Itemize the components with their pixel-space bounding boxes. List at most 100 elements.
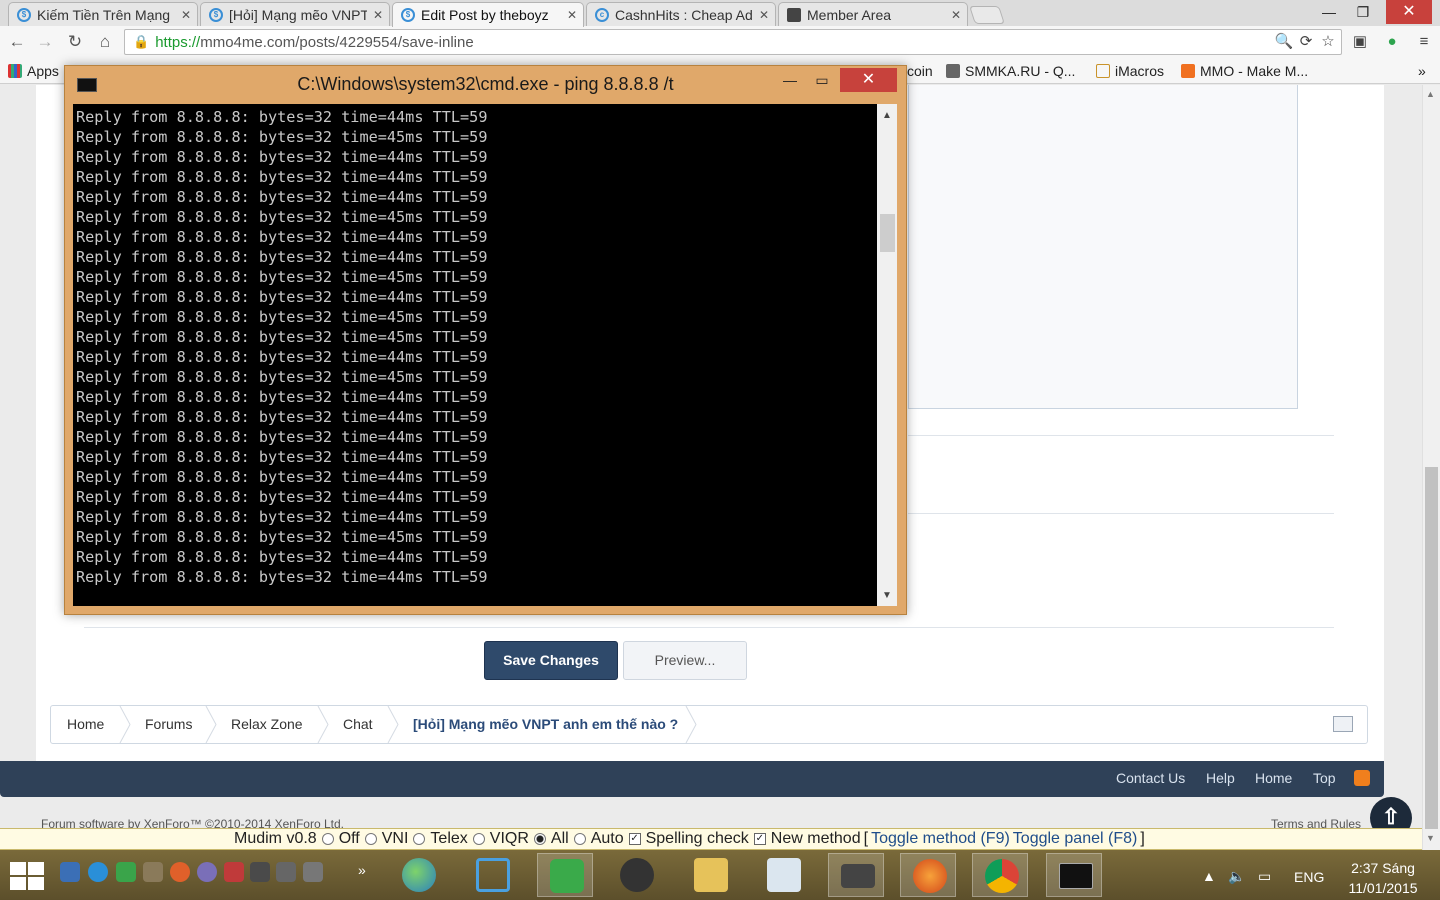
new-method-checkbox[interactable]: ✓ — [753, 833, 766, 845]
cmd-scroll-down-icon[interactable]: ▼ — [882, 590, 892, 601]
tray-expand-icon[interactable]: ▲ — [1202, 868, 1216, 884]
tab-cashnhits[interactable]: c CashnHits : Cheap Ad ✕ — [586, 2, 776, 26]
taskbar-cmd-app[interactable] — [1046, 853, 1102, 897]
network-icon[interactable]: ▭ — [1258, 868, 1271, 885]
bookmark-mmo[interactable]: MMO - Make M... — [1181, 62, 1308, 80]
console-line: Reply from 8.8.8.8: bytes=32 time=44ms T… — [76, 408, 488, 426]
bookmark-smmka[interactable]: SMMKA.RU - Q... — [946, 62, 1075, 80]
breadcrumb-chat[interactable]: Chat — [327, 706, 389, 743]
page-footer: Contact Us Help Home Top — [0, 761, 1384, 797]
footer-contact-us[interactable]: Contact Us — [1116, 770, 1185, 786]
tab-close-icon[interactable]: ✕ — [951, 8, 961, 22]
new-tab-button[interactable] — [969, 6, 1005, 24]
extension-sync-icon[interactable]: ⟳ — [1296, 32, 1316, 52]
tab-close-icon[interactable]: ✕ — [567, 8, 577, 22]
globe-app-icon[interactable] — [197, 862, 217, 882]
scroll-up-icon[interactable]: ▲ — [1426, 89, 1435, 99]
editor-area[interactable] — [908, 85, 1298, 409]
breadcrumb-home[interactable]: Home — [51, 706, 120, 743]
bookmarks-overflow-icon[interactable]: » — [1418, 62, 1426, 80]
minimize-icon[interactable]: — — [1312, 0, 1346, 24]
rss-icon[interactable] — [1354, 770, 1370, 786]
shield-app-icon[interactable] — [116, 862, 136, 882]
home-icon[interactable]: ⌂ — [94, 31, 116, 53]
burst-icon[interactable] — [170, 862, 190, 882]
volume-icon[interactable]: 🔈 — [1228, 868, 1245, 885]
tab-close-icon[interactable]: ✕ — [373, 8, 383, 22]
mudim-radio-off[interactable] — [321, 833, 334, 845]
mudim-radio-viqr[interactable] — [472, 833, 485, 845]
bookmark-coin[interactable]: coin — [907, 62, 933, 80]
mudim-radio-all[interactable] — [533, 833, 546, 845]
taskbar-chrome-app[interactable] — [972, 853, 1028, 897]
mudim-radio-vni[interactable] — [364, 833, 377, 845]
save-changes-button[interactable]: Save Changes — [484, 641, 618, 680]
taskbar-x-app[interactable] — [464, 853, 520, 897]
windows-start-icon[interactable] — [10, 862, 46, 892]
mudim-radio-auto[interactable] — [573, 833, 586, 845]
cmd-scrollbar-thumb[interactable] — [880, 214, 895, 252]
scrollbar-thumb[interactable] — [1425, 467, 1438, 829]
forward-icon[interactable]: → — [34, 31, 56, 53]
scroll-down-icon[interactable]: ▼ — [1426, 833, 1435, 843]
language-indicator[interactable]: ENG — [1294, 869, 1324, 885]
cmd-scrollbar[interactable]: ▲ ▼ — [877, 104, 897, 606]
grammarly-icon[interactable]: ● — [1382, 32, 1402, 52]
cmd-close-icon[interactable]: ✕ — [840, 68, 897, 92]
back-icon[interactable]: ← — [6, 31, 28, 53]
extension-icon[interactable]: ▣ — [1350, 32, 1370, 52]
cmd-title-bar[interactable]: C:\Windows\system32\cmd.exe - ping 8.8.8… — [65, 66, 906, 104]
bookmark-star-icon[interactable]: ☆ — [1318, 32, 1338, 52]
page-scrollbar[interactable]: ▲ ▼ — [1422, 85, 1440, 850]
toggle-method-link[interactable]: Toggle method (F9) — [871, 830, 1010, 848]
tab-edit-post[interactable]: $ Edit Post by theboyz ✕ — [392, 2, 584, 27]
terms-link[interactable]: Terms and Rules — [1271, 817, 1361, 828]
cmd-maximize-icon[interactable]: ▭ — [807, 68, 837, 92]
spelling-check-checkbox[interactable]: ✓ — [628, 833, 641, 845]
menu-icon[interactable]: ≡ — [1414, 32, 1434, 52]
people-icon[interactable] — [250, 862, 270, 882]
tool-icon[interactable] — [143, 862, 163, 882]
mail-app-icon[interactable] — [224, 862, 244, 882]
close-window-icon[interactable]: ✕ — [1386, 0, 1432, 24]
tab-hoi-mang-meo[interactable]: $ [Hỏi] Mạng mẽo VNPT ✕ — [200, 2, 390, 26]
cmd-window[interactable]: C:\Windows\system32\cmd.exe - ping 8.8.8… — [64, 65, 907, 615]
system-clock[interactable]: 2:37 Sáng 11/01/2015 — [1338, 858, 1428, 898]
zoom-icon[interactable]: 🔍 — [1274, 32, 1294, 52]
user-icon[interactable] — [303, 862, 323, 882]
bookmark-imacros[interactable]: iMacros — [1096, 62, 1164, 80]
taskbar-speaker-app[interactable] — [608, 853, 664, 897]
ie-icon[interactable] — [88, 862, 108, 882]
cmd-minimize-icon[interactable]: — — [775, 68, 805, 92]
tab-close-icon[interactable]: ✕ — [759, 8, 769, 22]
toolbar-overflow-icon[interactable]: » — [358, 862, 378, 882]
cmd-console-output[interactable]: Reply from 8.8.8.8: bytes=32 time=44ms T… — [73, 104, 877, 606]
maximize-icon[interactable]: ❐ — [1346, 0, 1380, 24]
toggle-panel-link[interactable]: Toggle panel (F8) — [1013, 830, 1138, 848]
tab-member-area[interactable]: Member Area ✕ — [778, 2, 968, 26]
taskbar-globe-app[interactable] — [390, 853, 446, 897]
footer-help[interactable]: Help — [1206, 770, 1235, 786]
breadcrumb-relax-zone[interactable]: Relax Zone — [215, 706, 319, 743]
address-bar[interactable]: 🔒 https:// mmo4me.com/posts/4229554/save… — [124, 29, 1342, 55]
taskbar-explorer-app[interactable] — [682, 853, 738, 897]
footer-top[interactable]: Top — [1313, 770, 1336, 786]
breadcrumb-forums[interactable]: Forums — [129, 706, 208, 743]
preview-button[interactable]: Preview... — [623, 641, 747, 680]
bookmark-apps[interactable]: Apps — [8, 62, 59, 80]
tab-kiem-tien[interactable]: $ Kiếm Tiền Trên Mạng ✕ — [8, 2, 198, 26]
taskbar-firefox-app[interactable] — [900, 853, 956, 897]
mudim-radio-telex[interactable] — [413, 833, 426, 845]
taskbar-shield-app[interactable] — [537, 853, 593, 897]
footer-home[interactable]: Home — [1255, 770, 1292, 786]
reload-icon[interactable]: ↻ — [64, 31, 86, 53]
desktop-icon[interactable] — [60, 862, 80, 882]
scroll-to-top-icon[interactable]: ⇧ — [1370, 797, 1412, 828]
taskbar-keyboard-app[interactable] — [828, 853, 884, 897]
tab-close-icon[interactable]: ✕ — [181, 8, 191, 22]
taskbar-paint-app[interactable] — [755, 853, 811, 897]
cmd-scroll-up-icon[interactable]: ▲ — [882, 110, 892, 121]
group-icon[interactable] — [276, 862, 296, 882]
jump-menu-icon[interactable] — [1333, 716, 1353, 732]
breadcrumb-current-thread[interactable]: [Hỏi] Mạng mẽo VNPT anh em thế nào ? — [397, 706, 694, 743]
